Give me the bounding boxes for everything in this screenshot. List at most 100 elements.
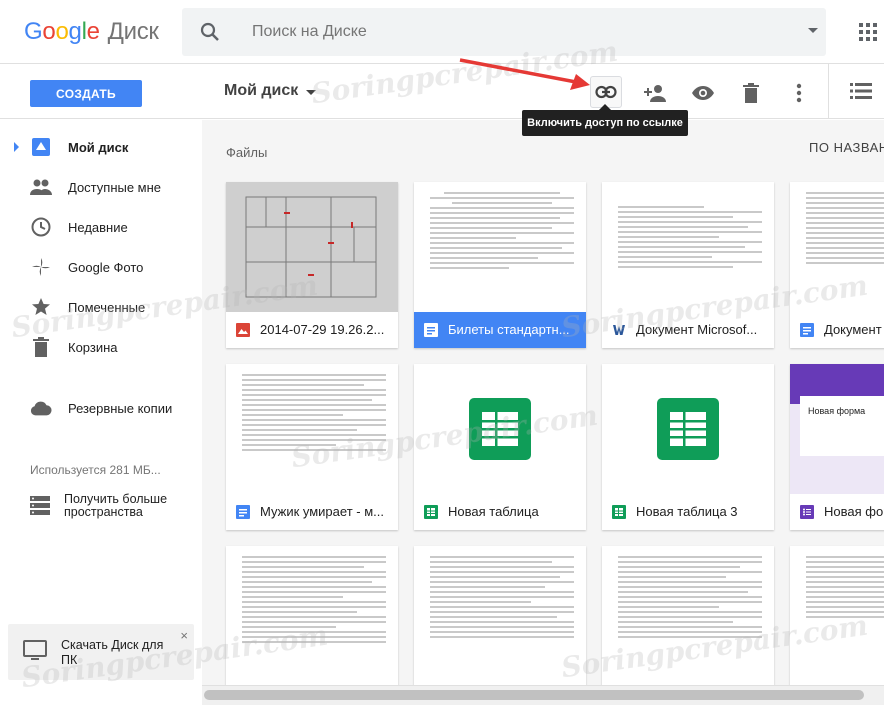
top-bar: Google Диск — [0, 0, 884, 64]
file-card[interactable]: 2014-07-29 19.26.2... — [226, 182, 398, 348]
sidebar-item-my-drive[interactable]: Мой диск — [0, 129, 202, 165]
form-file-icon — [800, 505, 814, 519]
file-card[interactable]: Документ — [790, 182, 884, 348]
sidebar: Мой диск Доступные мне Недавние Google Ф… — [0, 120, 202, 705]
sidebar-item-shared[interactable]: Доступные мне — [0, 169, 202, 205]
section-title: Файлы — [226, 145, 268, 160]
doc-file-icon — [800, 323, 814, 337]
file-card[interactable]: Новая таблица 3 — [602, 364, 774, 530]
logo-letter: g — [68, 18, 82, 45]
image-file-icon — [236, 323, 250, 337]
search-input[interactable] — [252, 20, 732, 44]
file-thumbnail — [414, 546, 586, 676]
more-actions-button[interactable] — [784, 78, 814, 108]
get-link-tooltip: Включить доступ по ссылке — [522, 104, 688, 136]
toolbar-divider — [828, 64, 829, 119]
search-icon[interactable] — [198, 20, 222, 44]
storage-icon — [30, 496, 50, 515]
file-card[interactable]: Мужик умирает - м... — [226, 364, 398, 530]
file-card[interactable]: Документ Microsof... — [602, 182, 774, 348]
file-name: 2014-07-29 19.26.2... — [260, 322, 385, 337]
upgrade-storage-label: Получить больше пространства — [64, 492, 168, 519]
cloud-icon — [30, 397, 52, 419]
sheet-file-icon — [612, 505, 626, 519]
sidebar-item-backups[interactable]: Резервные копии — [0, 390, 202, 426]
file-name: Мужик умирает - м... — [260, 504, 384, 519]
file-thumbnail — [226, 364, 398, 494]
file-thumbnail — [790, 182, 884, 312]
form-card — [800, 396, 884, 456]
file-thumbnail — [602, 364, 774, 494]
file-thumbnail — [226, 546, 398, 676]
eye-icon — [692, 86, 714, 100]
file-name: Новая фор — [824, 504, 884, 519]
file-name: Документ — [824, 322, 882, 337]
file-card[interactable] — [790, 546, 884, 685]
file-footer: Документ — [790, 312, 884, 348]
sidebar-item-label: Корзина — [68, 339, 118, 355]
preview-button[interactable] — [688, 78, 718, 108]
trash-icon — [30, 336, 52, 358]
trash-icon — [743, 83, 759, 103]
share-button[interactable] — [640, 78, 670, 108]
people-icon — [30, 176, 52, 198]
file-footer: Документ Microsof... — [602, 312, 774, 348]
remove-button[interactable] — [736, 78, 766, 108]
file-footer: Мужик умирает - м... — [226, 494, 398, 530]
drive-app: GoogleДиск СОЗДАТЬ Мой диск — [0, 0, 884, 705]
sort-by-name-button[interactable]: ПО НАЗВАН — [809, 140, 884, 155]
file-card[interactable]: Новая форма Новая фор — [790, 364, 884, 530]
file-grid-area: Файлы ПО НАЗВАН 2014-07-29 19.26.2... Би… — [202, 120, 884, 685]
annotation-arrow-icon — [459, 58, 590, 90]
file-name: Билеты стандартн... — [448, 322, 570, 337]
clock-icon — [30, 216, 52, 238]
sidebar-item-trash[interactable]: Корзина — [0, 329, 202, 365]
download-drive-label: Скачать Диск для ПК — [61, 638, 164, 667]
sheets-large-icon — [657, 398, 719, 460]
sidebar-item-label: Доступные мне — [68, 179, 162, 195]
file-card[interactable]: Новая таблица — [414, 364, 586, 530]
horizontal-scrollbar[interactable] — [202, 685, 884, 705]
sheets-large-icon — [469, 398, 531, 460]
list-view-icon[interactable] — [850, 82, 872, 100]
create-button[interactable]: СОЗДАТЬ — [30, 80, 142, 107]
apps-grid-icon[interactable] — [858, 22, 878, 42]
search-bar[interactable] — [182, 8, 826, 56]
drive-icon — [30, 136, 52, 158]
logo-letter: e — [86, 18, 100, 45]
upgrade-storage-link[interactable]: Получить больше пространства — [30, 491, 200, 521]
sidebar-item-label: Резервные копии — [68, 400, 173, 416]
file-thumbnail — [602, 182, 774, 312]
photos-icon — [30, 256, 52, 278]
download-drive-banner[interactable]: Скачать Диск для ПК × — [8, 624, 194, 680]
chevron-down-icon[interactable] — [306, 90, 316, 95]
doc-file-icon — [236, 505, 250, 519]
file-card[interactable] — [414, 546, 586, 685]
google-drive-logo[interactable]: Google Диск — [24, 18, 159, 46]
file-footer: 2014-07-29 19.26.2... — [226, 312, 398, 348]
more-vert-icon — [796, 83, 802, 103]
logo-letter: o — [42, 18, 56, 45]
file-card[interactable]: Билеты стандартн... — [414, 182, 586, 348]
page-title[interactable]: Мой диск — [224, 82, 298, 100]
sidebar-item-label: Помеченные — [68, 299, 146, 315]
close-icon[interactable]: × — [180, 628, 188, 643]
sidebar-item-recent[interactable]: Недавние — [0, 209, 202, 245]
logo-letter: G — [24, 18, 43, 45]
search-options-icon[interactable] — [808, 28, 818, 33]
file-thumbnail — [602, 546, 774, 676]
form-thumb-title: Новая форма — [808, 406, 866, 416]
file-card[interactable] — [602, 546, 774, 685]
sidebar-item-starred[interactable]: Помеченные — [0, 289, 202, 325]
star-icon — [30, 296, 52, 318]
add-person-icon — [644, 85, 666, 102]
computer-icon — [23, 640, 47, 660]
sidebar-item-photos[interactable]: Google Фото — [0, 249, 202, 285]
sidebar-item-label: Мой диск — [68, 139, 129, 155]
file-name: Документ Microsof... — [636, 322, 758, 337]
file-name: Новая таблица 3 — [636, 504, 738, 519]
sheet-file-icon — [424, 505, 438, 519]
scrollbar-thumb[interactable] — [204, 690, 864, 700]
file-footer: Новая таблица 3 — [602, 494, 774, 530]
file-card[interactable] — [226, 546, 398, 685]
